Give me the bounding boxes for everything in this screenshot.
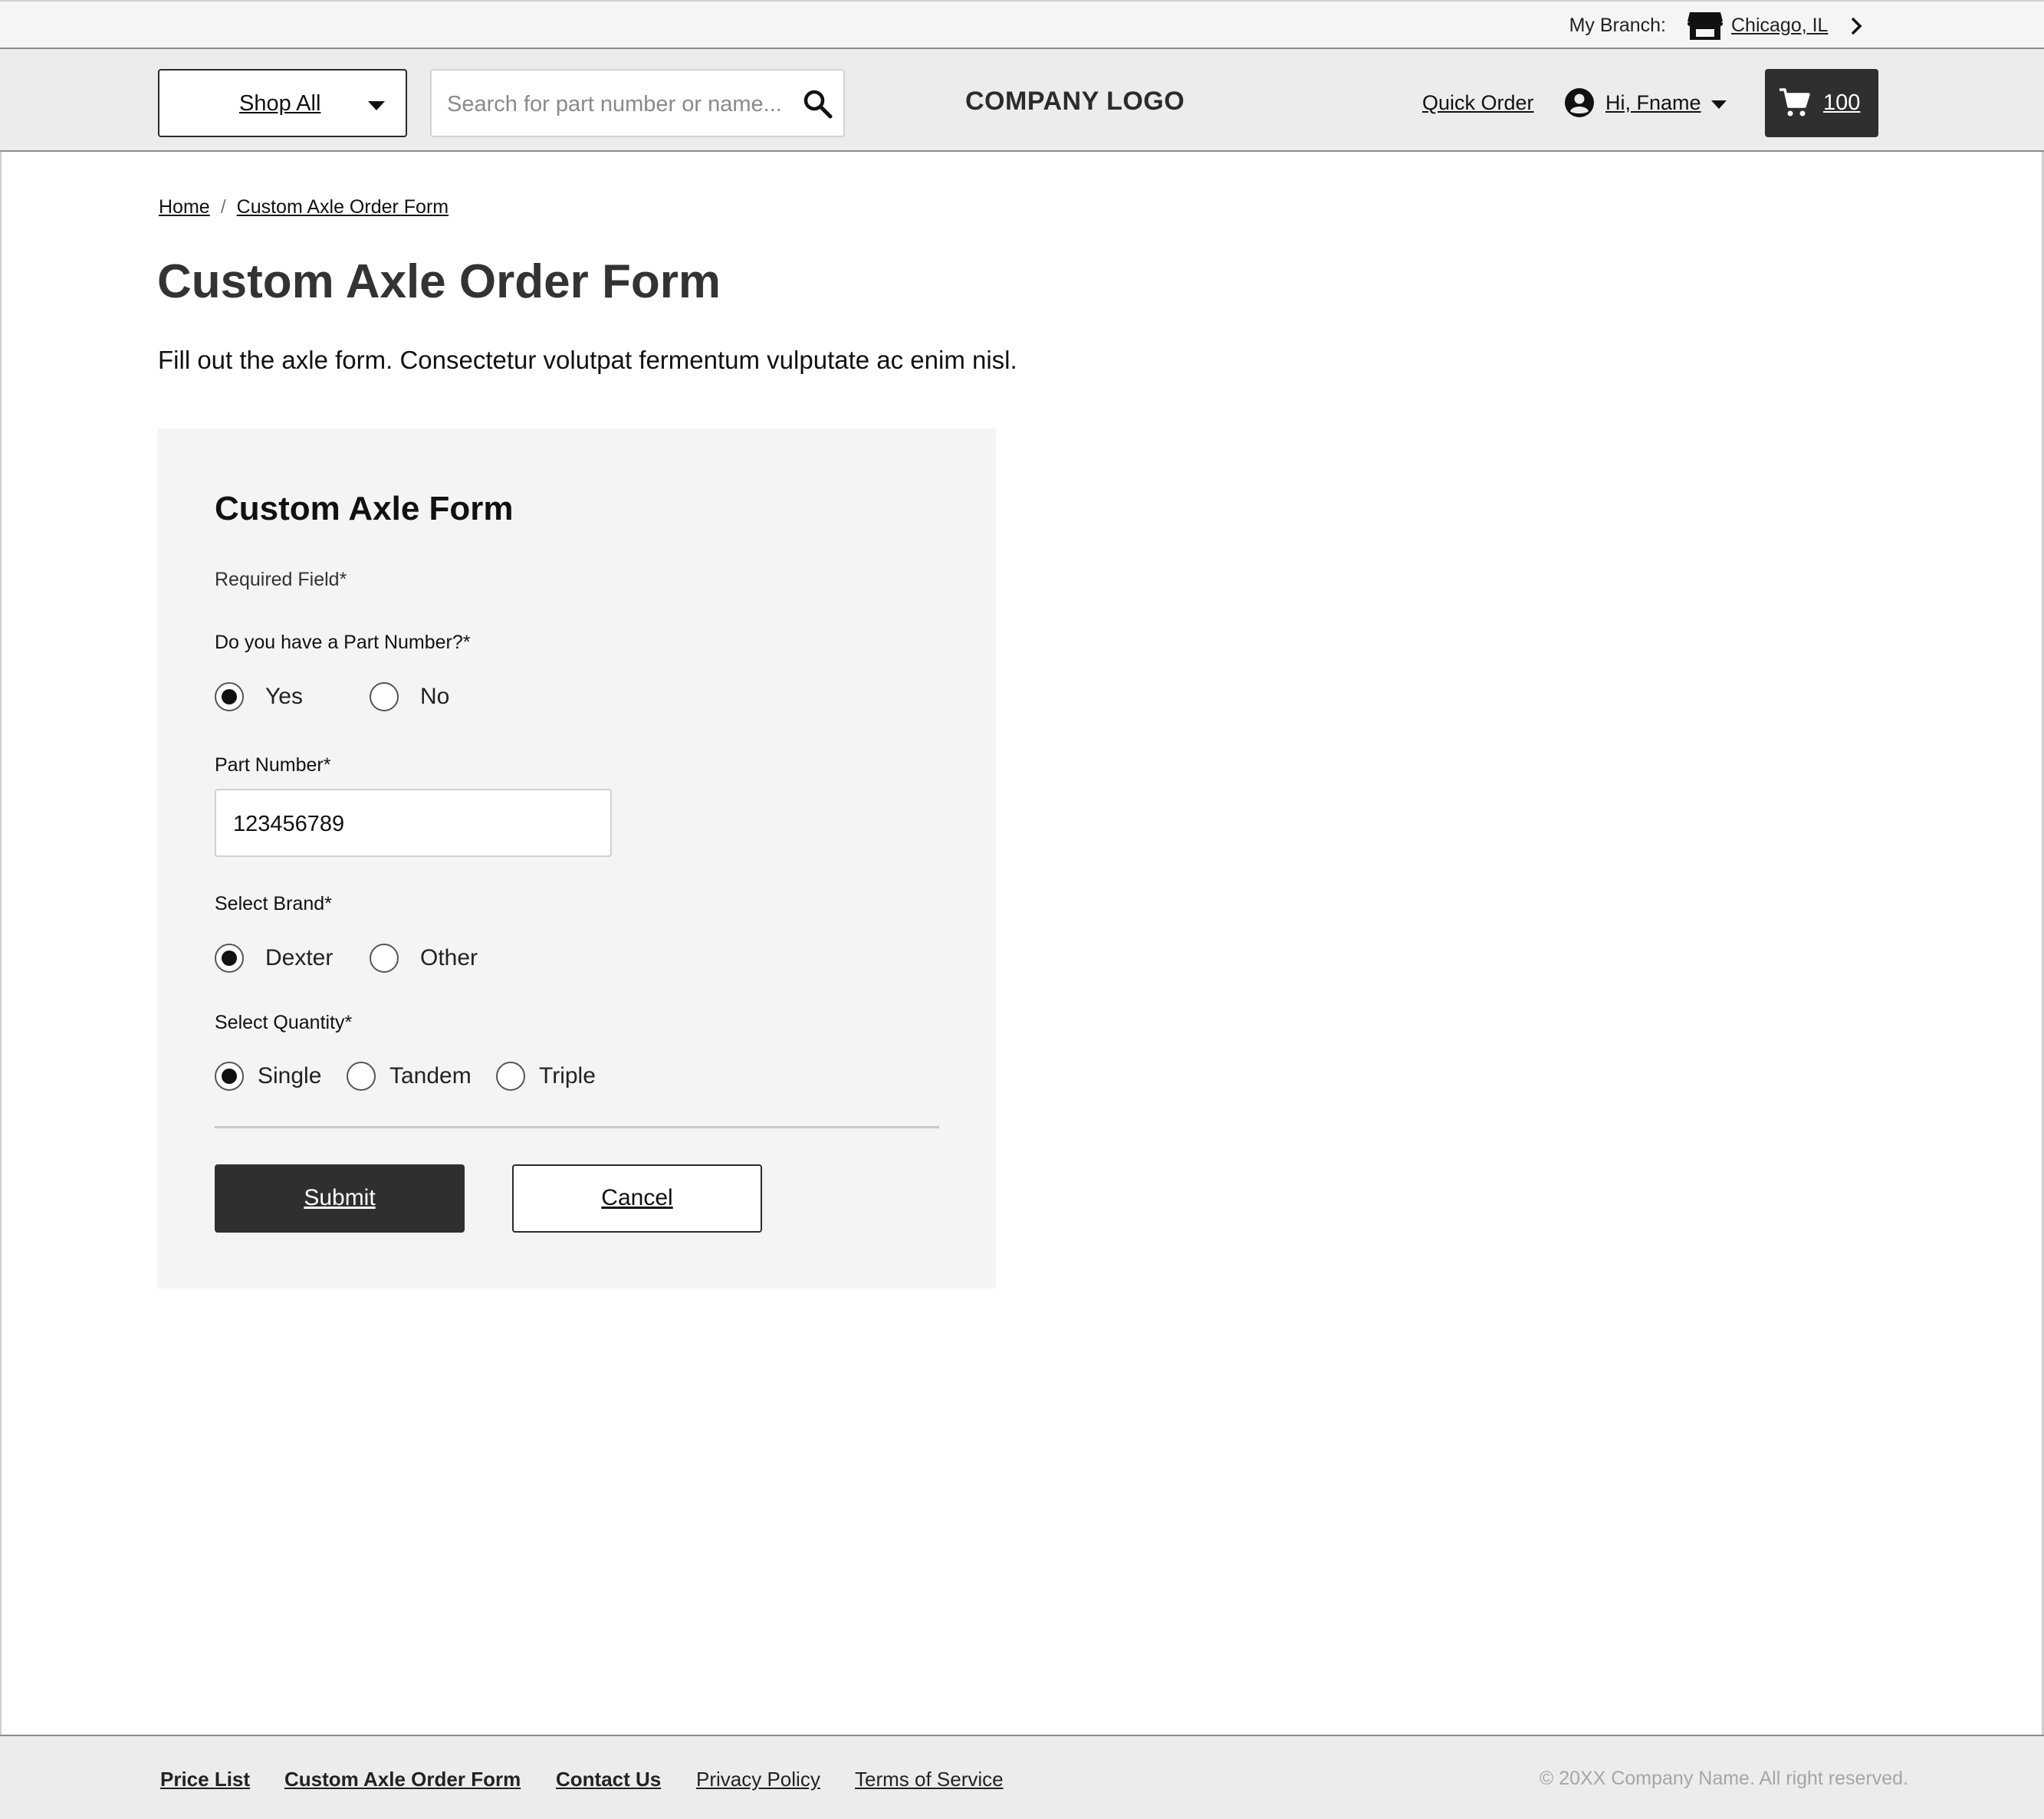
radio-label: Dexter <box>265 945 334 970</box>
page-intro: Fill out the axle form. Consectetur volu… <box>158 346 1017 374</box>
company-logo[interactable]: COMPANY LOGO <box>965 87 1185 117</box>
breadcrumb-separator: / <box>220 196 226 218</box>
breadcrumb-current[interactable]: Custom Axle Order Form <box>237 196 449 218</box>
shop-all-dropdown[interactable]: Shop All <box>158 69 407 137</box>
site-header: Shop All COMPANY LOGO Quick Order Hi, Fn… <box>0 49 2044 152</box>
utility-bar: My Branch: Chicago, IL <box>0 0 2044 49</box>
cart-count: 100 <box>1823 90 1861 115</box>
submit-button[interactable]: Submit <box>215 1164 465 1233</box>
radio-label: Yes <box>265 684 303 709</box>
account-menu[interactable]: Hi, Fname <box>1564 86 1733 120</box>
radio-label: Tandem <box>389 1063 472 1088</box>
radio-label: Triple <box>539 1063 596 1088</box>
brand-label: Select Brand* <box>215 893 332 914</box>
breadcrumb-home[interactable]: Home <box>159 196 210 218</box>
radio-label: Single <box>258 1063 322 1088</box>
site-footer: Price List Custom Axle Order Form Contac… <box>0 1735 2044 1819</box>
search-box <box>430 69 845 137</box>
radio-quantity-single[interactable]: Single <box>215 1062 330 1092</box>
account-label: Hi, Fname <box>1605 91 1701 114</box>
radio-unselected-icon <box>496 1062 525 1091</box>
radio-unselected-icon <box>347 1062 376 1091</box>
part-number-input[interactable] <box>233 807 593 841</box>
search-icon[interactable] <box>801 87 835 121</box>
cancel-label: Cancel <box>601 1185 673 1210</box>
footer-link-privacy-policy[interactable]: Privacy Policy <box>696 1768 820 1791</box>
part-number-question-label: Do you have a Part Number?* <box>215 632 471 653</box>
radio-selected-icon <box>215 682 244 711</box>
part-number-field-box <box>215 789 612 857</box>
radio-part-yes[interactable]: Yes <box>215 682 307 713</box>
footer-link-terms-of-service[interactable]: Terms of Service <box>855 1768 1004 1791</box>
cart-button[interactable]: 100 <box>1765 69 1878 137</box>
store-icon <box>1687 12 1723 40</box>
submit-label: Submit <box>304 1185 376 1210</box>
radio-unselected-icon <box>370 944 399 973</box>
footer-link-price-list[interactable]: Price List <box>160 1768 250 1791</box>
form-title: Custom Axle Form <box>215 490 514 527</box>
form-divider <box>215 1126 939 1128</box>
radio-unselected-icon <box>370 682 399 711</box>
footer-link-contact-us[interactable]: Contact Us <box>556 1768 661 1791</box>
search-input[interactable] <box>447 87 800 121</box>
custom-axle-form: Custom Axle Form Required Field* Do you … <box>157 428 996 1289</box>
chevron-down-icon <box>1711 100 1727 109</box>
cancel-button[interactable]: Cancel <box>512 1164 762 1233</box>
radio-brand-other[interactable]: Other <box>370 944 485 974</box>
radio-selected-icon <box>215 1062 244 1091</box>
radio-quantity-triple[interactable]: Triple <box>496 1062 611 1092</box>
quantity-label: Select Quantity* <box>215 1012 353 1033</box>
copyright-text: © 20XX Company Name. All right reserved. <box>1539 1768 1908 1789</box>
breadcrumb: Home / Custom Axle Order Form <box>159 196 449 218</box>
footer-link-custom-axle-form[interactable]: Custom Axle Order Form <box>284 1768 521 1791</box>
required-field-note: Required Field* <box>215 569 347 590</box>
radio-label: No <box>420 684 450 709</box>
user-avatar-icon <box>1565 88 1594 117</box>
page-frame <box>0 0 2 1819</box>
shop-all-label: Shop All <box>239 91 321 116</box>
chevron-down-icon <box>368 101 385 110</box>
part-number-label: Part Number* <box>215 754 331 776</box>
cart-icon <box>1779 88 1810 117</box>
radio-part-no[interactable]: No <box>370 682 462 713</box>
branch-label: My Branch: <box>1569 15 1666 36</box>
branch-link[interactable]: Chicago, IL <box>1731 15 1828 37</box>
radio-selected-icon <box>215 944 244 973</box>
radio-quantity-tandem[interactable]: Tandem <box>347 1062 477 1092</box>
page-title: Custom Axle Order Form <box>157 255 721 308</box>
radio-label: Other <box>420 945 478 970</box>
chevron-right-icon[interactable] <box>1848 15 1865 37</box>
radio-brand-dexter[interactable]: Dexter <box>215 944 345 974</box>
quick-order-link[interactable]: Quick Order <box>1422 91 1534 115</box>
